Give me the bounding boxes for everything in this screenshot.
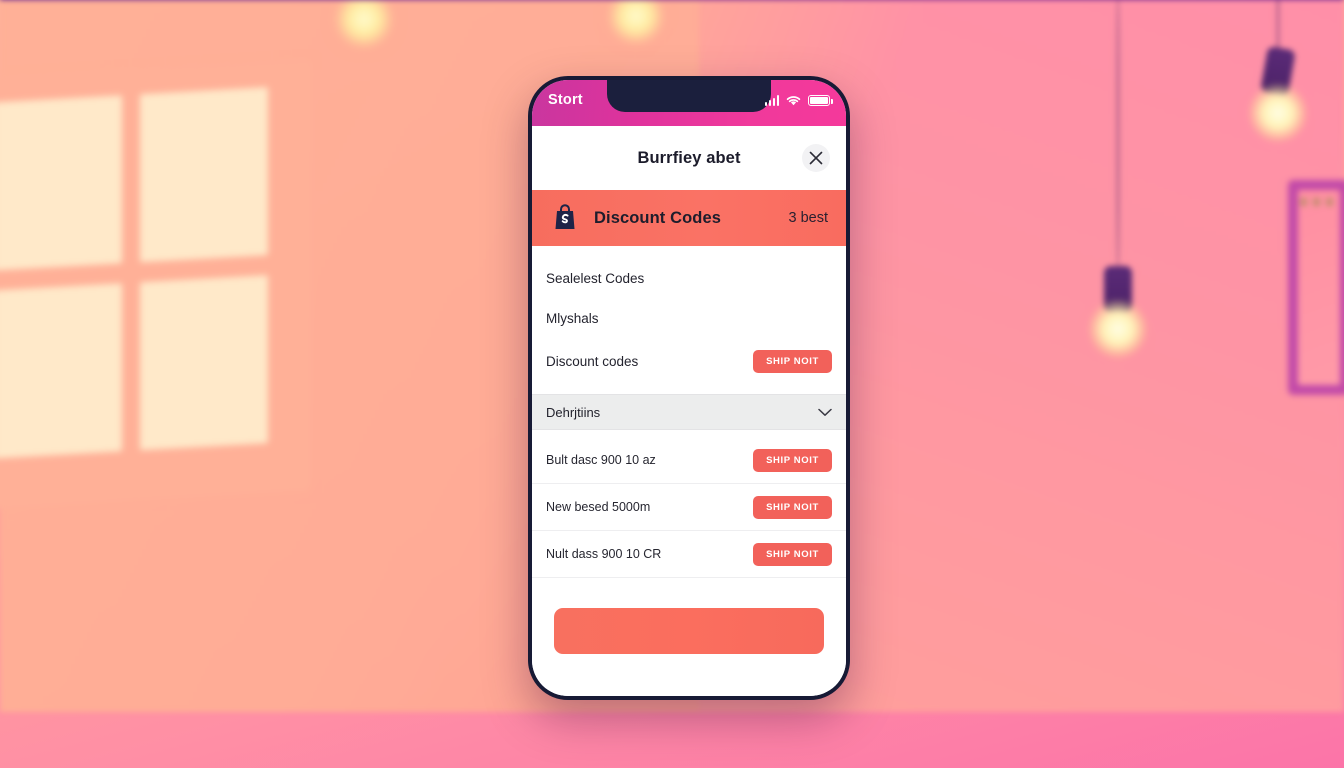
promo-row: Discount codes SHIP NOIT [532, 338, 846, 384]
window-pane [0, 283, 122, 459]
code-label: Bult dasc 900 10 az [546, 453, 656, 467]
pendant-lamp-left [1088, 0, 1148, 358]
status-bar: Stort [532, 80, 846, 126]
chevron-down-icon [818, 408, 832, 417]
window-pane [140, 87, 268, 263]
status-bar-icons [764, 94, 833, 106]
scene-background: Stort Burrfiey abet Discount Codes 3 bes… [0, 0, 1344, 768]
phone-mockup: Stort Burrfiey abet Discount Codes 3 bes… [528, 76, 850, 700]
list-item-label: Mlyshals [546, 310, 599, 326]
picture-frame [1288, 180, 1344, 395]
cta-container [532, 590, 846, 696]
modal-header: Burrfiey abet [532, 126, 846, 190]
table-row: New besed 5000m SHIP NOIT [532, 484, 846, 531]
table-row: Bult dasc 900 10 az SHIP NOIT [532, 437, 846, 484]
window-pane [0, 95, 122, 271]
brand-name: Discount Codes [594, 208, 721, 227]
primary-cta-button[interactable] [554, 608, 824, 654]
picture-detail [1300, 198, 1334, 206]
lamp-bulb [1089, 300, 1147, 358]
pendant-lamp-right [1248, 0, 1308, 162]
section-header-label: Dehrjtiins [546, 404, 601, 420]
ship-now-button[interactable]: SHIP NOIT [753, 542, 832, 566]
list-item[interactable]: Mlyshals [532, 298, 846, 338]
ship-now-button[interactable]: SHIP NOIT [753, 448, 832, 472]
wifi-icon [786, 95, 801, 106]
modal-title: Burrfiey abet [637, 148, 741, 167]
code-label: Nult dass 900 10 CR [546, 547, 662, 561]
battery-icon [808, 94, 833, 106]
table-row: Nult dass 900 10 CR SHIP NOIT [532, 531, 846, 578]
status-bar-carrier-label: Stort [548, 92, 583, 108]
picture-mat [1298, 190, 1340, 385]
promo-row-label: Discount codes [546, 353, 639, 369]
phone-notch [607, 80, 771, 112]
modal-body: Sealelest Codes Mlyshals Discount codes … [532, 246, 846, 696]
lamp-cord [1116, 0, 1120, 274]
close-button[interactable] [802, 144, 830, 172]
list-item-label: Sealelest Codes [546, 270, 645, 286]
ship-now-button[interactable]: SHIP NOIT [753, 495, 832, 519]
lamp-bulb [1249, 84, 1307, 142]
signal-bars-icon [764, 94, 779, 106]
code-label: New besed 5000m [546, 500, 651, 514]
brand-banner: Discount Codes 3 best [532, 190, 846, 246]
lamp-cord [1276, 0, 1280, 54]
shopify-bag-icon [550, 203, 580, 233]
section-header-toggle[interactable]: Dehrjtiins [532, 394, 846, 430]
window [0, 60, 310, 510]
list-item[interactable]: Sealelest Codes [532, 258, 846, 298]
phone-screen: Stort Burrfiey abet Discount Codes 3 bes… [532, 80, 846, 696]
brand-count-badge: 3 best [788, 210, 829, 226]
close-icon [809, 151, 823, 165]
ship-now-button[interactable]: SHIP NOIT [753, 349, 832, 373]
window-pane [140, 275, 268, 451]
